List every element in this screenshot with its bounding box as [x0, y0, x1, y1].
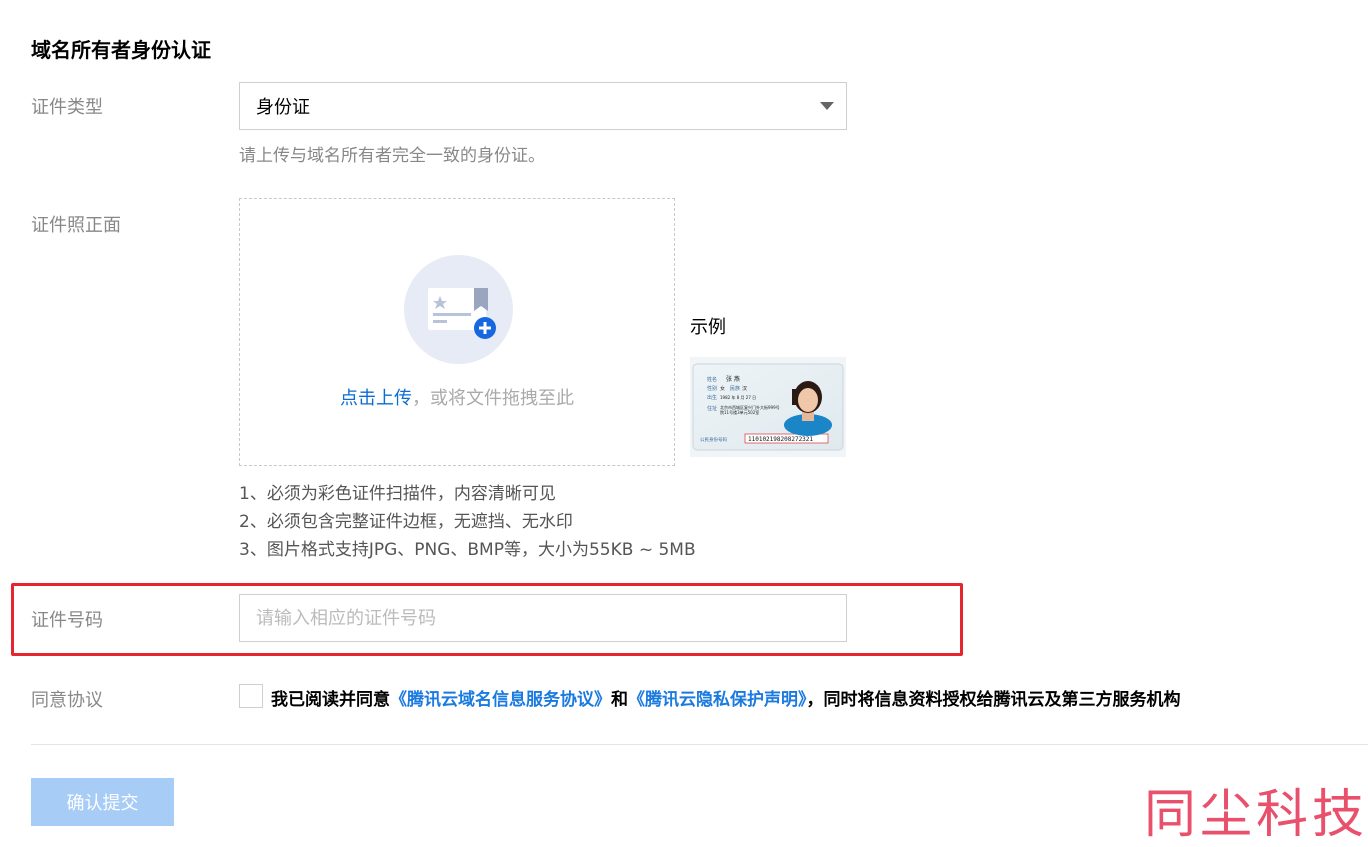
watermark-text: 同尘科技: [1144, 785, 1368, 845]
card-name-val: 张 燕: [726, 375, 740, 383]
id-number-field: [239, 594, 847, 642]
card-birth-key: 出生: [707, 394, 717, 401]
agreement-text-before: 我已阅读并同意: [271, 690, 390, 710]
card-name-key: 姓名: [707, 376, 717, 383]
card-nation-val: 汉: [742, 385, 747, 392]
chevron-down-icon: [820, 102, 834, 110]
card-sex-key: 性别: [707, 385, 717, 392]
agreement-label: 同意协议: [31, 690, 103, 711]
submit-button[interactable]: 确认提交: [31, 778, 174, 826]
divider: [31, 744, 1368, 745]
card-sex-val: 女: [720, 385, 725, 392]
agreement-text: 我已阅读并同意《腾讯云域名信息服务协议》和《腾讯云隐私保护声明》，同时将信息资料…: [271, 685, 1181, 710]
card-id-key: 公民身份号码: [700, 436, 727, 443]
example-label: 示例: [690, 317, 726, 338]
requirement-1: 1、必须为彩色证件扫描件，内容清晰可见: [239, 484, 556, 504]
id-front-label: 证件照正面: [31, 215, 121, 236]
card-addr-key: 住址: [707, 405, 717, 412]
card-nation-key: 民族: [730, 385, 740, 392]
example-id-card-image: 姓名 张 燕 性别 女 民族 汉 出生 1982 年 8 月 27 日 住址 北…: [690, 357, 846, 457]
requirement-2: 2、必须包含完整证件边框，无遮挡、无水印: [239, 512, 573, 532]
agreement-text-mid: 和: [611, 690, 628, 710]
id-type-label: 证件类型: [31, 97, 103, 118]
card-id-val: 110102198208272321: [748, 436, 813, 443]
id-number-input[interactable]: [240, 595, 846, 641]
service-agreement-link[interactable]: 《腾讯云域名信息服务协议》: [390, 690, 611, 710]
card-addr-val: 北京市西城区复兴门外大街999号院11号楼3单元502室: [720, 405, 780, 415]
id-type-selected-value: 身份证: [256, 97, 310, 118]
id-type-hint: 请上传与域名所有者完全一致的身份证。: [239, 146, 545, 166]
upload-link[interactable]: 点击上传: [340, 388, 412, 409]
agreement-text-after: ，同时将信息资料授权给腾讯云及第三方服务机构: [806, 690, 1181, 710]
requirement-3: 3、图片格式支持JPG、PNG、BMP等，大小为55KB ~ 5MB: [239, 540, 696, 560]
upload-drag-hint: ，或将文件拖拽至此: [412, 388, 574, 409]
card-birth-val: 1982 年 8 月 27 日: [720, 394, 756, 400]
id-front-upload-area[interactable]: 点击上传，或将文件拖拽至此: [239, 198, 675, 466]
privacy-statement-link[interactable]: 《腾讯云隐私保护声明》: [628, 690, 807, 710]
id-type-select[interactable]: 身份证: [239, 82, 847, 130]
section-title: 域名所有者身份认证: [31, 38, 211, 62]
upload-text: 点击上传，或将文件拖拽至此: [240, 384, 674, 410]
upload-card-icon: [404, 255, 513, 364]
agreement-checkbox[interactable]: [239, 684, 263, 708]
id-number-label: 证件号码: [31, 610, 103, 631]
